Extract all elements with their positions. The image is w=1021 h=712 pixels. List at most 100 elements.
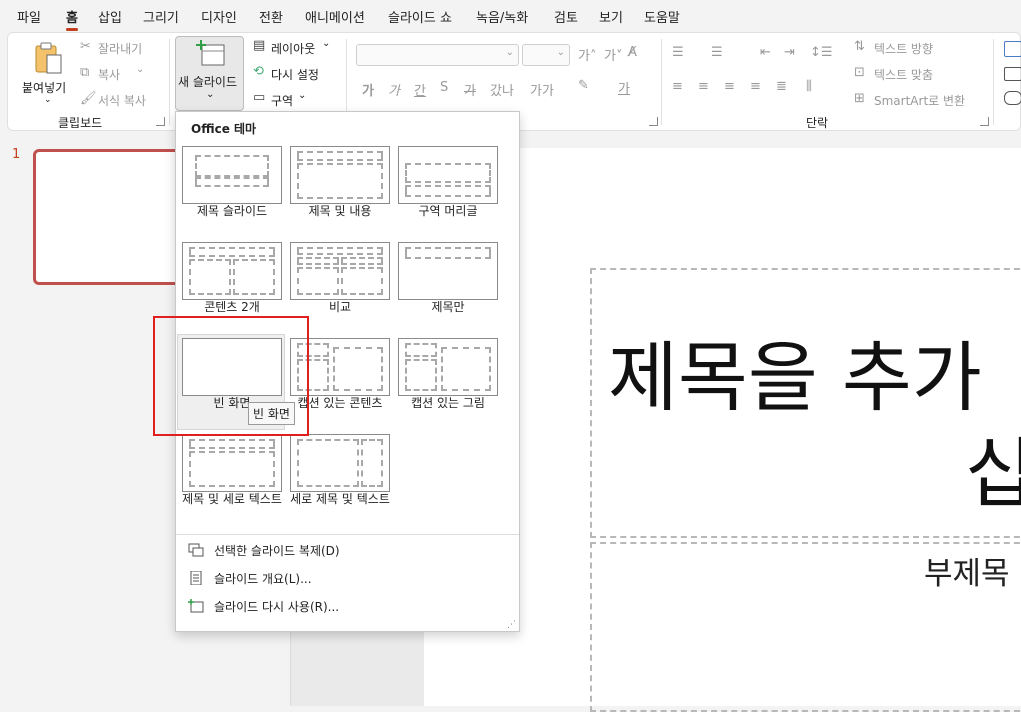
placeholder	[297, 247, 383, 255]
new-slide-button[interactable]: 새 슬라이드 ⌄	[175, 36, 244, 111]
layout-section-header-thumb[interactable]	[398, 146, 498, 204]
shape-icon[interactable]	[1004, 67, 1021, 81]
shape-icon[interactable]	[1004, 41, 1021, 57]
layout-vertical-title-thumb[interactable]	[290, 434, 390, 492]
tab-review[interactable]: 검토	[554, 7, 578, 26]
placeholder	[189, 259, 231, 295]
font-name-select[interactable]: ⌄	[356, 44, 519, 66]
strikethrough-icon[interactable]: 가	[464, 80, 476, 99]
reuse-icon	[188, 599, 204, 613]
slide-outline-command[interactable]: 슬라이드 개요(L)...	[188, 567, 312, 589]
placeholder	[361, 439, 383, 487]
italic-icon[interactable]: 가	[388, 80, 400, 99]
chevron-down-icon: ⌄	[322, 38, 331, 49]
slide-thumbnail[interactable]	[33, 149, 183, 285]
copy-button[interactable]: 복사	[98, 66, 120, 83]
layout-title-slide-thumb[interactable]	[182, 146, 282, 204]
grow-font-icon[interactable]: 가˄	[578, 45, 596, 64]
placeholder	[297, 257, 339, 265]
section-button[interactable]: 구역	[271, 92, 293, 109]
duplicate-slide-label: 선택한 슬라이드 복제(D)	[214, 543, 340, 558]
placeholder	[189, 247, 275, 257]
columns-icon[interactable]: ⫼	[806, 79, 812, 94]
clipboard-group-label: 클립보드	[58, 116, 103, 130]
tab-help[interactable]: 도움말	[644, 7, 680, 26]
placeholder	[189, 439, 275, 449]
layout-comparison-thumb[interactable]	[290, 242, 390, 300]
layout-title-only-thumb[interactable]	[398, 242, 498, 300]
align-text-button[interactable]: 텍스트 맞춤	[874, 66, 933, 83]
font-launcher-icon[interactable]	[649, 117, 658, 126]
format-painter-button[interactable]: 서식 복사	[98, 92, 146, 109]
numbering-icon[interactable]: ☰	[711, 45, 723, 60]
shrink-font-icon[interactable]: 가˅	[604, 45, 622, 64]
copy-icon: ⧉	[80, 65, 90, 80]
section-icon: ▭	[253, 90, 266, 105]
placeholder	[297, 151, 383, 161]
paragraph-launcher-icon[interactable]	[980, 117, 989, 126]
clear-format-icon[interactable]: A̸	[628, 45, 637, 60]
tab-draw[interactable]: 그리기	[143, 7, 179, 26]
shadow-icon[interactable]: S	[440, 80, 448, 95]
tab-insert[interactable]: 삽입	[98, 7, 122, 26]
duplicate-slide-command[interactable]: 선택한 슬라이드 복제(D)	[188, 539, 340, 561]
clipboard-launcher-icon[interactable]	[156, 117, 165, 126]
chevron-down-icon: ⌄	[556, 47, 565, 58]
underline-icon[interactable]: 간	[414, 80, 426, 99]
tab-file[interactable]: 파일	[17, 7, 41, 26]
layout-label: 제목만	[431, 300, 465, 314]
justify-icon[interactable]: ≡	[750, 79, 761, 94]
shape-icon[interactable]	[1004, 91, 1021, 105]
align-left-icon[interactable]: ≡	[672, 79, 683, 94]
layout-button[interactable]: 레이아웃	[271, 40, 315, 57]
change-case-icon[interactable]: 가가	[530, 80, 554, 99]
chevron-down-icon: ⌄	[136, 64, 145, 75]
align-text-icon: ⊡	[854, 65, 865, 80]
tab-view[interactable]: 보기	[599, 7, 623, 26]
layout-vertical-text-thumb[interactable]	[182, 434, 282, 492]
layout-title-content-thumb[interactable]	[290, 146, 390, 204]
increase-indent-icon[interactable]: ⇥	[784, 45, 795, 60]
tab-home[interactable]: 홈	[66, 7, 78, 31]
slide-number: 1	[12, 147, 21, 162]
paste-icon	[35, 42, 62, 74]
distribute-icon[interactable]: ≣	[776, 79, 787, 94]
highlight-icon[interactable]: ✎	[578, 78, 589, 93]
chevron-down-icon: ⌄	[206, 89, 215, 100]
paste-button[interactable]: 붙여넣기 ⌄	[22, 39, 74, 107]
line-spacing-icon[interactable]: ↕☰	[810, 45, 833, 60]
reuse-slides-command[interactable]: 슬라이드 다시 사용(R)...	[188, 595, 339, 617]
text-direction-icon: ⇅	[854, 39, 865, 54]
layout-picture-caption-thumb[interactable]	[398, 338, 498, 396]
paste-label: 붙여넣기	[22, 81, 67, 95]
layout-label: 제목 슬라이드	[196, 204, 268, 218]
bullets-icon[interactable]: ☰	[672, 45, 684, 60]
layout-two-content-thumb[interactable]	[182, 242, 282, 300]
reuse-slides-label: 슬라이드 다시 사용(R)...	[214, 599, 340, 614]
reset-button[interactable]: 다시 설정	[271, 66, 319, 83]
decrease-indent-icon[interactable]: ⇤	[760, 45, 771, 60]
font-color-icon[interactable]: 가	[618, 78, 630, 97]
placeholder	[341, 257, 383, 265]
slide-title-text-line2: 십	[965, 429, 1021, 518]
tab-slideshow[interactable]: 슬라이드 쇼	[388, 7, 452, 26]
bold-icon[interactable]: 가	[362, 80, 374, 99]
smartart-button[interactable]: SmartArt로 변환	[874, 92, 965, 109]
resize-grip-icon[interactable]: ⋰	[507, 620, 516, 630]
tab-transitions[interactable]: 전환	[259, 7, 283, 26]
align-right-icon[interactable]: ≡	[724, 79, 735, 94]
align-center-icon[interactable]: ≡	[698, 79, 709, 94]
layout-tooltip: 빈 화면	[248, 402, 295, 425]
tab-animations[interactable]: 애니메이션	[305, 7, 365, 26]
cut-button[interactable]: 잘라내기	[98, 40, 142, 57]
tab-design[interactable]: 디자인	[201, 7, 237, 26]
tab-record[interactable]: 녹음/녹화	[476, 7, 528, 26]
paragraph-group-label: 단락	[806, 116, 829, 130]
text-direction-button[interactable]: 텍스트 방향	[874, 40, 933, 57]
group-divider	[169, 39, 170, 125]
placeholder	[333, 347, 383, 391]
placeholder	[441, 347, 491, 391]
font-size-select[interactable]: ⌄	[522, 44, 570, 66]
char-spacing-icon[interactable]: 갔나	[490, 80, 514, 99]
placeholder	[405, 247, 491, 259]
